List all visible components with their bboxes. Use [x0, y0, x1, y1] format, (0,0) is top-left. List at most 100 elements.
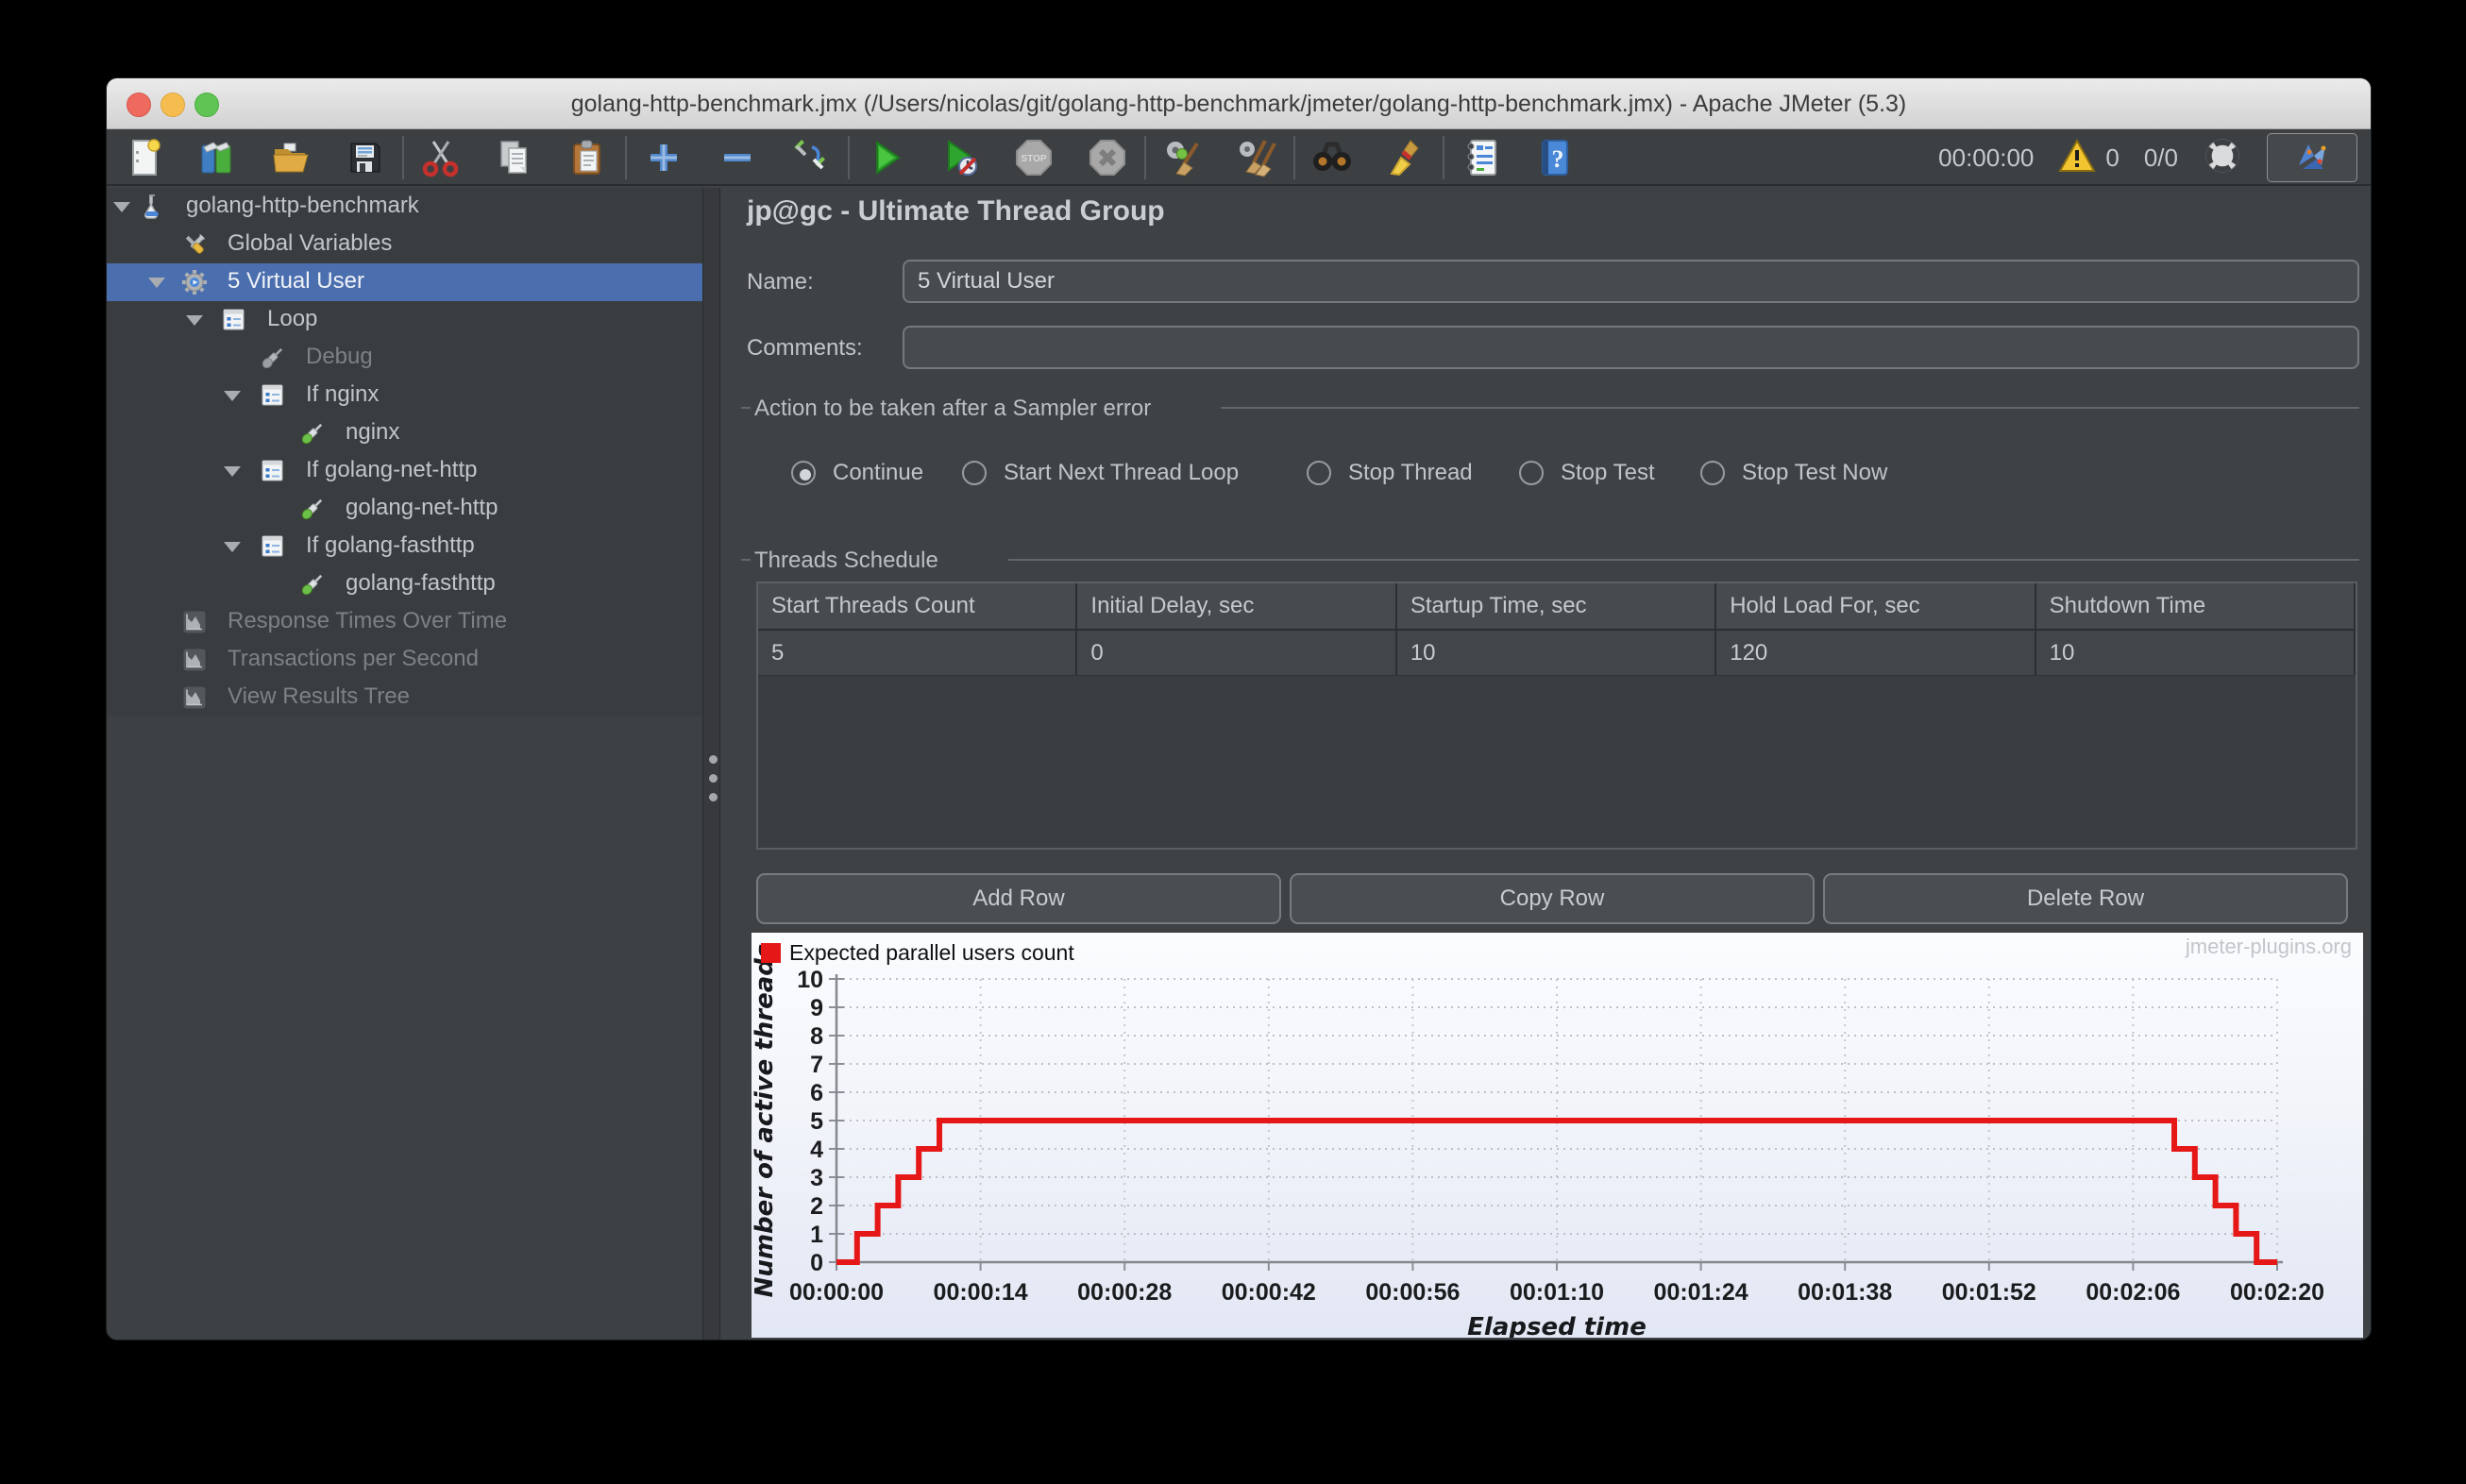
svg-text:5: 5	[810, 1108, 823, 1135]
column-header[interactable]: Hold Load For, sec	[1716, 583, 2036, 629]
tree-item-golang-http-benchmark[interactable]: golang-http-benchmark	[107, 188, 702, 226]
title-bar[interactable]: golang-http-benchmark.jmx (/Users/nicola…	[107, 78, 2371, 129]
test-plan-tree: golang-http-benchmark Global Variables 5 V…	[107, 188, 702, 1340]
svg-text:?: ?	[1552, 145, 1564, 173]
column-header[interactable]: Startup Time, sec	[1397, 583, 1717, 629]
start-no-timers-icon[interactable]	[923, 131, 997, 184]
remove-icon[interactable]	[701, 131, 774, 184]
plugins-manager-button[interactable]	[2267, 133, 2357, 182]
clear-icon[interactable]	[1146, 131, 1220, 184]
expand-arrow-icon[interactable]	[224, 466, 241, 477]
tree-item-label: nginx	[346, 419, 400, 445]
cut-icon[interactable]	[404, 131, 478, 184]
svg-text:00:00:00: 00:00:00	[789, 1279, 884, 1306]
radio-stop-test[interactable]: Stop Test	[1519, 460, 1655, 486]
chart-legend: Expected parallel users count	[761, 940, 1074, 966]
svg-text:0: 0	[810, 1250, 823, 1276]
clear-all-icon[interactable]	[1220, 131, 1293, 184]
tree-item-golang-fasthttp[interactable]: golang-fasthttp	[107, 565, 702, 603]
radio-stop-thread[interactable]: Stop Thread	[1307, 460, 1473, 486]
tree-item-debug[interactable]: Debug	[107, 339, 702, 377]
tree-item-view-results-tree[interactable]: View Results Tree	[107, 679, 702, 717]
svg-text:Number of active threads: Number of active threads	[752, 944, 779, 1298]
expand-arrow-icon[interactable]	[148, 278, 165, 288]
expand-arrow-icon[interactable]	[224, 391, 241, 401]
start-icon[interactable]	[850, 131, 923, 184]
radio-label: Stop Test	[1561, 460, 1655, 485]
tree-item-if-golang-net-http[interactable]: If golang-net-http	[107, 452, 702, 490]
tree-item-5-virtual-user[interactable]: 5 Virtual User	[107, 263, 702, 301]
tree-item-nginx[interactable]: nginx	[107, 414, 702, 452]
warning-icon[interactable]	[2058, 137, 2097, 179]
templates-icon[interactable]	[181, 131, 255, 184]
tree-item-golang-net-http[interactable]: golang-net-http	[107, 490, 702, 528]
expand-arrow-icon[interactable]	[224, 542, 241, 552]
radio-continue[interactable]: Continue	[791, 460, 923, 486]
tree-item-transactions-per-second[interactable]: Transactions per Second	[107, 641, 702, 679]
threads-schedule-title: Threads Schedule	[754, 548, 938, 573]
threads-schedule-table: Start Threads Count Initial Delay, sec Sta…	[756, 582, 2357, 850]
svg-text:00:02:06: 00:02:06	[2086, 1279, 2180, 1306]
listener-icon	[181, 609, 208, 635]
toolbar: STOP? 00:00:00 0 0/0	[107, 129, 2371, 186]
shutdown-icon[interactable]	[1071, 131, 1144, 184]
schedule-cell[interactable]: 10	[2036, 631, 2356, 675]
split-pane-divider[interactable]	[702, 188, 720, 1340]
expand-arrow-icon[interactable]	[186, 315, 203, 326]
tree-item-loop[interactable]: Loop	[107, 301, 702, 339]
remote-ball-icon[interactable]	[2203, 136, 2242, 180]
paste-icon[interactable]	[551, 131, 625, 184]
radio-label: Stop Test Now	[1742, 460, 1888, 485]
window-title: golang-http-benchmark.jmx (/Users/nicola…	[570, 91, 1907, 117]
radio-button-icon[interactable]	[1519, 461, 1544, 485]
tree-item-label: Response Times Over Time	[228, 608, 508, 633]
schedule-cell[interactable]: 120	[1716, 631, 2036, 675]
svg-text:7: 7	[810, 1052, 823, 1078]
column-header[interactable]: Shutdown Time	[2036, 583, 2356, 629]
tree-item-response-times-over-time[interactable]: Response Times Over Time	[107, 603, 702, 641]
copy-icon[interactable]	[478, 131, 551, 184]
sampler-error-fieldset-line	[1221, 407, 2359, 409]
tree-item-if-nginx[interactable]: If nginx	[107, 377, 702, 414]
radio-button-icon[interactable]	[791, 461, 816, 485]
add-icon[interactable]	[627, 131, 701, 184]
tree-item-label: Loop	[267, 306, 318, 331]
column-header[interactable]: Start Threads Count	[758, 583, 1078, 629]
search-icon[interactable]	[1295, 131, 1369, 184]
copy-row-button[interactable]: Copy Row	[1290, 873, 1815, 924]
schedule-cell[interactable]: 10	[1397, 631, 1717, 675]
radio-button-icon[interactable]	[1307, 461, 1331, 485]
radio-button-icon[interactable]	[962, 461, 987, 485]
svg-text:00:01:24: 00:01:24	[1654, 1279, 1748, 1306]
schedule-cell[interactable]: 5	[758, 631, 1078, 675]
tree-item-label: View Results Tree	[228, 683, 410, 709]
svg-text:00:02:20: 00:02:20	[2230, 1279, 2324, 1306]
delete-row-button[interactable]: Delete Row	[1823, 873, 2348, 924]
comments-input[interactable]	[903, 326, 2359, 369]
stop-icon[interactable]: STOP	[997, 131, 1071, 184]
tree-item-if-golang-fasthttp[interactable]: If golang-fasthttp	[107, 528, 702, 565]
tree-item-global-variables[interactable]: Global Variables	[107, 226, 702, 263]
radio-button-icon[interactable]	[1700, 461, 1725, 485]
save-icon[interactable]	[329, 131, 402, 184]
schedule-cell[interactable]: 0	[1077, 631, 1397, 675]
toggle-icon[interactable]	[774, 131, 848, 184]
threads-preview-chart: jmeter-plugins.org Expected parallel use…	[751, 933, 2363, 1340]
elapsed-timer: 00:00:00	[1938, 143, 2035, 172]
radio-start-next-thread-loop[interactable]: Start Next Thread Loop	[962, 460, 1239, 486]
function-helper-icon[interactable]	[1444, 131, 1518, 184]
listener-icon	[181, 647, 208, 673]
column-header[interactable]: Initial Delay, sec	[1077, 583, 1397, 629]
open-file-icon[interactable]	[255, 131, 329, 184]
listener-icon	[181, 684, 208, 711]
new-file-icon[interactable]	[108, 131, 181, 184]
svg-text:00:01:10: 00:01:10	[1510, 1279, 1604, 1306]
expand-arrow-icon[interactable]	[113, 202, 130, 212]
name-input[interactable]	[903, 260, 2359, 303]
add-row-button[interactable]: Add Row	[756, 873, 1281, 924]
search-reset-icon[interactable]	[1369, 131, 1443, 184]
svg-text:Elapsed time: Elapsed time	[1467, 1313, 1647, 1338]
schedule-row[interactable]: 5 0 10 120 10	[758, 631, 2356, 676]
radio-stop-test-now[interactable]: Stop Test Now	[1700, 460, 1887, 486]
help-icon[interactable]: ?	[1518, 131, 1592, 184]
